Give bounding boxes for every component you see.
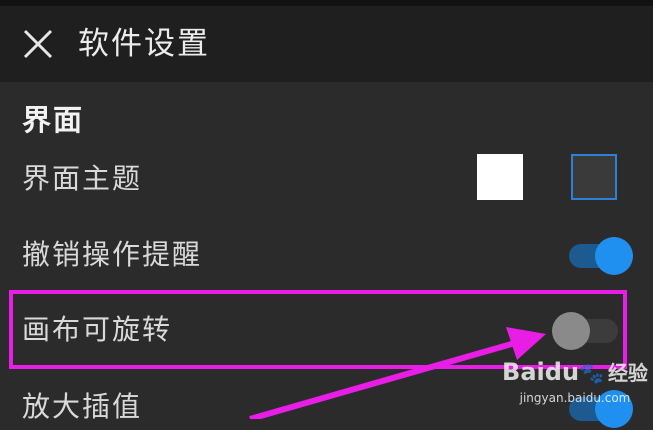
paw-icon: 🐾 xyxy=(579,361,604,385)
watermark-subtitle: 经验 xyxy=(607,361,648,385)
baidu-watermark: Baidu🐾 经验 jingyan.baidu.com xyxy=(500,355,650,415)
watermark-brand: Baidu xyxy=(502,358,580,386)
watermark-url: jingyan.baidu.com xyxy=(519,391,631,405)
